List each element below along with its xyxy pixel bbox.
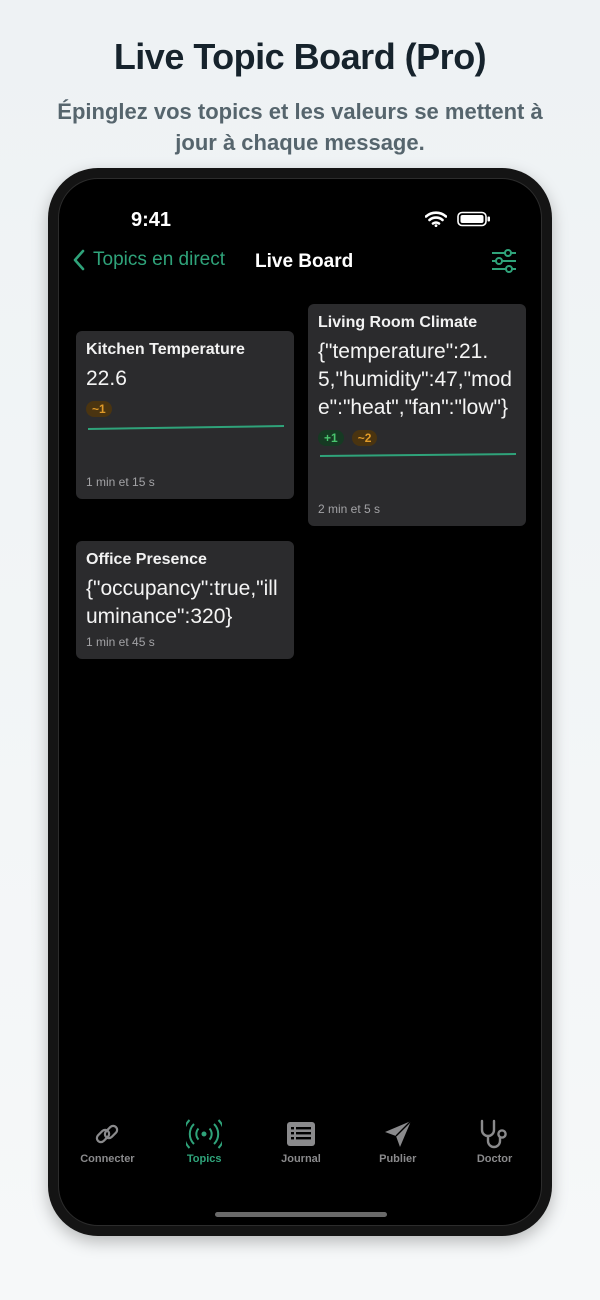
tab-journal[interactable]: Journal	[256, 1119, 346, 1165]
tab-connecter[interactable]: Connecter	[62, 1119, 152, 1165]
filter-settings-button[interactable]	[491, 249, 517, 278]
tab-topics[interactable]: Topics	[159, 1119, 249, 1165]
tab-label: Journal	[281, 1153, 321, 1165]
home-indicator	[215, 1212, 387, 1217]
tab-label: Connecter	[80, 1153, 135, 1165]
card-age: 1 min et 45 s	[86, 635, 155, 649]
tab-label: Topics	[186, 1153, 222, 1165]
page-subtitle: Épinglez vos topics et les valeurs se me…	[57, 99, 543, 155]
battery-icon	[457, 211, 490, 227]
topic-card-kitchen-temperature[interactable]: Kitchen Temperature 22.6 ~1 1 min et 15 …	[76, 331, 294, 499]
phone-frame: 9:41 Topics en direct Live Board Kitchen…	[48, 168, 552, 1236]
phone-screen: 9:41 Topics en direct Live Board Kitchen…	[58, 178, 542, 1226]
card-title: Living Room Climate	[318, 314, 478, 331]
page-headline: Live Topic Board (Pro)	[113, 36, 487, 77]
change-badge: +1	[318, 430, 344, 446]
sliders-icon	[492, 249, 516, 273]
card-title: Office Presence	[86, 551, 207, 568]
value-sparkline	[319, 453, 516, 457]
broadcast-icon	[186, 1119, 223, 1149]
stethoscope-icon	[480, 1119, 507, 1149]
tab-doctor[interactable]: Doctor	[450, 1119, 540, 1165]
journal-icon	[286, 1122, 315, 1146]
tab-bar: Connecter Topics Journal Publier Doctor	[59, 1119, 541, 1189]
tab-publier[interactable]: Publier	[353, 1119, 443, 1165]
wifi-icon	[425, 211, 447, 227]
card-age: 1 min et 15 s	[86, 475, 155, 489]
card-title: Kitchen Temperature	[86, 341, 245, 358]
tab-label: Doctor	[476, 1153, 513, 1165]
change-badge: ~1	[86, 401, 112, 417]
status-time: 9:41	[131, 209, 172, 231]
value-sparkline	[87, 425, 284, 430]
screen-title: Live Board	[255, 251, 354, 272]
topic-card-living-room-climate[interactable]: Living Room Climate {"temperature":21.5,…	[308, 304, 526, 526]
back-button[interactable]: Topics en direct	[73, 249, 225, 271]
change-badges: ~1	[86, 401, 284, 417]
back-label: Topics en direct	[93, 249, 226, 270]
tab-label: Publier	[379, 1153, 417, 1165]
topic-card-office-presence[interactable]: Office Presence {"occupancy":true,"illum…	[76, 541, 294, 659]
card-value: {"temperature":21.5,"humidity":47,"mode"…	[318, 340, 512, 419]
card-value: 22.6	[86, 367, 127, 390]
link-icon	[96, 1124, 119, 1144]
chevron-left-icon	[73, 249, 85, 271]
change-badge: ~2	[351, 430, 378, 446]
status-icons	[425, 211, 491, 227]
card-value: {"occupancy":true,"illuminance":320}	[86, 577, 278, 628]
paper-plane-icon	[384, 1120, 412, 1147]
card-age: 2 min et 5 s	[318, 502, 381, 516]
change-badges: +1 ~2	[318, 430, 516, 446]
